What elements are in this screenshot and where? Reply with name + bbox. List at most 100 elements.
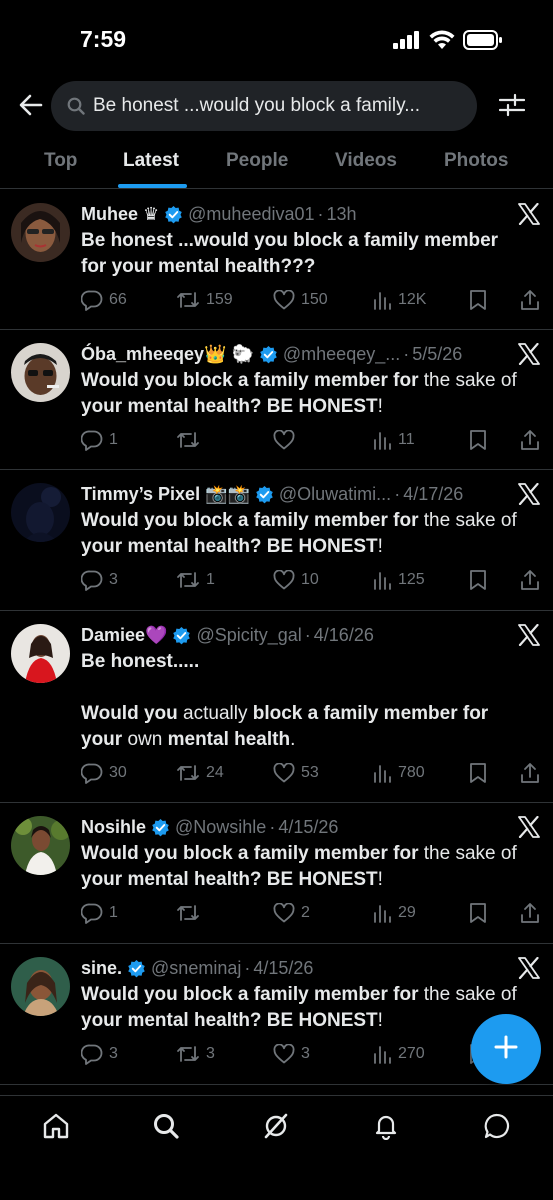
tweet[interactable]: sine. @sneminaj · 4/15/26 Would you bloc…	[0, 944, 553, 1085]
tab-videos[interactable]: Videos	[335, 150, 397, 172]
share-button[interactable]	[520, 760, 540, 786]
views-button[interactable]: 12K	[372, 287, 426, 313]
views-count: 780	[398, 764, 425, 781]
avatar[interactable]	[11, 483, 70, 542]
views-button[interactable]: 270	[372, 1041, 425, 1067]
author-name[interactable]: Timmy’s Pixel 📸📸	[81, 484, 250, 505]
verified-badge-icon	[151, 818, 170, 837]
bookmark-button[interactable]	[469, 287, 487, 313]
share-button[interactable]	[520, 427, 540, 453]
search-icon	[67, 97, 85, 115]
tweet[interactable]: Timmy’s Pixel 📸📸 @Oluwatimi... · 4/17/26…	[0, 470, 553, 611]
share-button[interactable]	[520, 900, 540, 926]
bookmark-button[interactable]	[469, 567, 487, 593]
reply-button[interactable]: 1	[81, 900, 118, 926]
avatar[interactable]	[11, 957, 70, 1016]
author-name[interactable]: Nosihle	[81, 817, 146, 838]
repost-icon	[176, 902, 200, 924]
nav-grok[interactable]	[260, 1112, 292, 1144]
author-handle[interactable]: @muheediva01	[188, 204, 314, 225]
like-button[interactable]: 2	[273, 900, 310, 926]
repost-button[interactable]	[176, 427, 206, 453]
nav-messages[interactable]	[481, 1112, 513, 1144]
share-button[interactable]	[520, 567, 540, 593]
reply-icon	[81, 1043, 103, 1065]
views-count: 270	[398, 1045, 425, 1062]
like-button[interactable]: 150	[273, 287, 328, 313]
views-button[interactable]: 780	[372, 760, 425, 786]
reply-button[interactable]: 1	[81, 427, 118, 453]
author-name[interactable]: Muhee ♛	[81, 204, 159, 225]
author-name[interactable]: sine.	[81, 958, 122, 979]
author-handle[interactable]: @mheeqey_...	[283, 344, 400, 365]
repost-button[interactable]: 159	[176, 287, 233, 313]
bookmark-button[interactable]	[469, 760, 487, 786]
like-button[interactable]: 10	[273, 567, 319, 593]
nav-home[interactable]	[40, 1112, 72, 1144]
views-button[interactable]: 11	[372, 427, 415, 453]
tweet[interactable]: Muhee ♛ @muheediva01 · 13h Be honest ...…	[0, 190, 553, 330]
repost-button[interactable]: 24	[176, 760, 224, 786]
avatar[interactable]	[11, 816, 70, 875]
tab-people[interactable]: People	[226, 150, 288, 172]
bookmark-button[interactable]	[469, 900, 487, 926]
verified-badge-icon	[259, 345, 278, 364]
plus-icon	[493, 1034, 519, 1065]
status-time: 7:59	[80, 26, 127, 52]
tweet-text: Would you block a family member for the …	[81, 984, 517, 1031]
tweet-actions: 30 24 53 780	[81, 760, 543, 786]
tweet-text: Would you block a family member for the …	[81, 370, 517, 417]
author-handle[interactable]: @Spicity_gal	[196, 625, 301, 646]
tweet-time[interactable]: 4/16/26	[314, 625, 374, 646]
status-bar: 7:59	[0, 0, 553, 80]
tab-photos[interactable]: Photos	[444, 150, 508, 172]
avatar[interactable]	[11, 343, 70, 402]
views-button[interactable]: 125	[372, 567, 425, 593]
like-button[interactable]: 53	[273, 760, 319, 786]
tweet[interactable]: Nosihle @Nowsihle · 4/15/26 Would you bl…	[0, 803, 553, 944]
reply-button[interactable]: 66	[81, 287, 127, 313]
author-handle[interactable]: @sneminaj	[151, 958, 241, 979]
author-handle[interactable]: @Oluwatimi...	[279, 484, 391, 505]
views-count: 29	[398, 904, 416, 921]
x-logo-icon	[518, 815, 540, 839]
repost-button[interactable]: 3	[176, 1041, 215, 1067]
tweet-time[interactable]: 4/17/26	[403, 484, 463, 505]
share-button[interactable]	[520, 287, 540, 313]
views-button[interactable]: 29	[372, 900, 416, 926]
avatar[interactable]	[11, 203, 70, 262]
author-handle[interactable]: @Nowsihle	[175, 817, 266, 838]
tweet-time[interactable]: 4/15/26	[253, 958, 313, 979]
like-button[interactable]: 3	[273, 1041, 310, 1067]
separator-dot: ·	[317, 203, 324, 224]
filter-button[interactable]	[497, 92, 527, 122]
reply-count: 66	[109, 291, 127, 308]
search-input[interactable]: Be honest ...would you block a family...	[51, 81, 477, 131]
x-logo-icon	[518, 342, 540, 366]
tweet[interactable]: Damiee💜 @Spicity_gal · 4/16/26 Be honest…	[0, 611, 553, 803]
repost-icon	[176, 762, 200, 784]
author-name[interactable]: Damiee💜	[81, 625, 167, 646]
repost-button[interactable]: 1	[176, 567, 215, 593]
author-name[interactable]: Óba_mheeqey👑 🐑	[81, 344, 254, 365]
tab-top[interactable]: Top	[44, 150, 77, 172]
reply-button[interactable]: 3	[81, 567, 118, 593]
tweet-time[interactable]: 4/15/26	[278, 817, 338, 838]
tab-latest[interactable]: Latest	[123, 150, 179, 172]
nav-search[interactable]	[150, 1112, 182, 1144]
reply-button[interactable]: 30	[81, 760, 127, 786]
nav-notifications[interactable]	[370, 1112, 402, 1144]
tweet-time[interactable]: 13h	[327, 204, 357, 225]
avatar[interactable]	[11, 624, 70, 683]
reply-button[interactable]: 3	[81, 1041, 118, 1067]
bookmark-button[interactable]	[469, 427, 487, 453]
tweet[interactable]: Óba_mheeqey👑 🐑 @mheeqey_... · 5/5/26 Wou…	[0, 330, 553, 470]
repost-button[interactable]	[176, 900, 206, 926]
compose-post-button[interactable]	[471, 1014, 541, 1084]
tweet-text: Be honest ...would you block a family me…	[81, 230, 499, 277]
like-button[interactable]	[273, 427, 301, 453]
back-button[interactable]	[16, 92, 46, 122]
like-count: 10	[301, 571, 319, 588]
separator-dot: ·	[244, 957, 251, 978]
tweet-time[interactable]: 5/5/26	[412, 344, 462, 365]
